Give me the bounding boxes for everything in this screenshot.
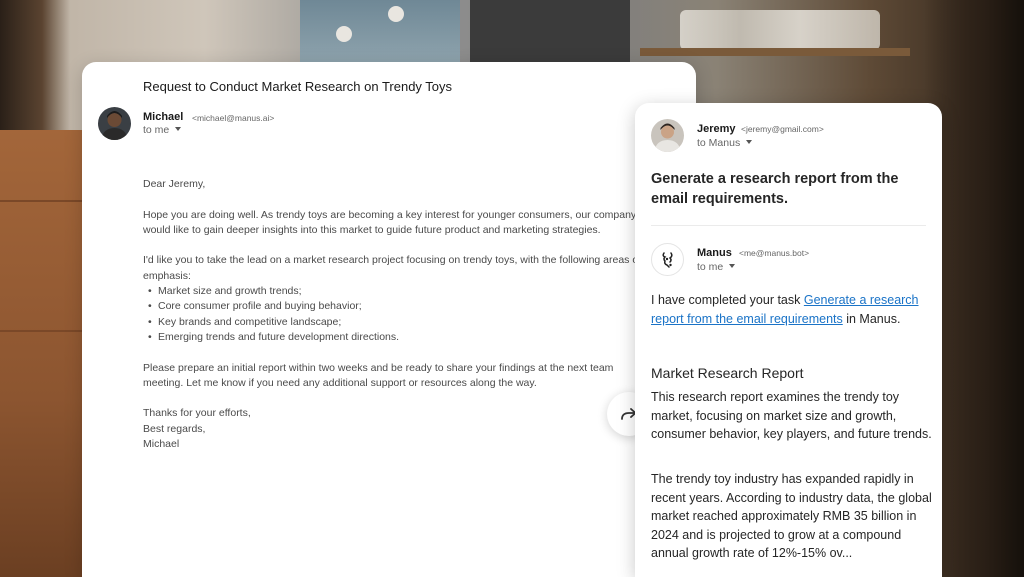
divider <box>651 225 926 226</box>
email-signature: Michael <box>143 438 180 451</box>
reply-sender-email: <me@manus.bot> <box>739 248 810 258</box>
cabinet-edge <box>0 330 90 332</box>
reply-prefix: I have completed your task <box>651 293 804 307</box>
chevron-down-icon <box>746 140 753 145</box>
manus-logo-icon <box>661 251 673 268</box>
reply-recipient-dropdown[interactable]: to me <box>697 261 736 273</box>
forward-recipient-dropdown[interactable]: to Manus <box>697 137 753 149</box>
person-icon <box>98 107 131 140</box>
kitchen-oven <box>470 0 630 62</box>
cabinet-knob <box>388 6 404 22</box>
recipient-label: to me <box>143 124 170 136</box>
incoming-email-card: Request to Conduct Market Research on Tr… <box>82 62 696 577</box>
chevron-down-icon <box>175 127 182 132</box>
list-item: Core consumer profile and buying behavio… <box>143 299 643 315</box>
email-body: Dear Jeremy, Hope you are doing well. As… <box>143 177 643 452</box>
list-item: Emerging trends and future development d… <box>143 330 643 346</box>
recipient-label: to me <box>697 261 724 273</box>
email-paragraph: Hope you are doing well. As trendy toys … <box>143 208 637 236</box>
reply-message: I have completed your task Generate a re… <box>651 291 933 328</box>
report-paragraph: The trendy toy industry has expanded rap… <box>651 472 932 560</box>
kitchen-window <box>300 0 460 62</box>
forward-sender-email: <jeremy@gmail.com> <box>741 124 824 134</box>
email-subject: Request to Conduct Market Research on Tr… <box>143 79 453 94</box>
cabinet-knob <box>336 26 352 42</box>
sender-email: <michael@manus.ai> <box>192 113 275 123</box>
forward-sender-name: Jeremy <box>697 123 736 135</box>
report-paragraph: This research report examines the trendy… <box>651 390 932 441</box>
manus-thread-panel: Jeremy <jeremy@gmail.com> to Manus Gener… <box>635 103 942 577</box>
email-closing: Best regards, <box>143 422 206 435</box>
forward-sender-avatar <box>651 119 684 152</box>
email-closing: Thanks for your efforts, <box>143 407 251 420</box>
email-greeting: Dear Jeremy, <box>143 178 206 190</box>
sender-name: Michael <box>143 111 184 123</box>
sender-avatar <box>98 107 131 140</box>
email-paragraph: I'd like you to take the lead on a marke… <box>143 254 642 282</box>
list-item: Key brands and competitive landscape; <box>143 315 643 331</box>
chevron-down-icon <box>729 264 736 269</box>
person-icon <box>651 119 684 152</box>
recipient-label: to Manus <box>697 137 741 149</box>
emphasis-list: Market size and growth trends; Core cons… <box>143 284 643 345</box>
wooden-cabinet <box>0 130 90 577</box>
manus-avatar <box>651 243 684 276</box>
kitchen-shelf <box>640 48 910 56</box>
forward-prompt: Generate a research report from the emai… <box>651 171 899 207</box>
shelf-dishes <box>680 10 880 50</box>
list-item: Market size and growth trends; <box>143 284 643 300</box>
reply-suffix: in Manus. <box>842 311 901 326</box>
email-paragraph: Please prepare an initial report within … <box>143 361 614 389</box>
reply-sender-name: Manus <box>697 247 732 259</box>
cabinet-edge <box>0 200 90 202</box>
recipient-dropdown[interactable]: to me <box>143 124 182 136</box>
report-title: Market Research Report <box>651 365 804 381</box>
